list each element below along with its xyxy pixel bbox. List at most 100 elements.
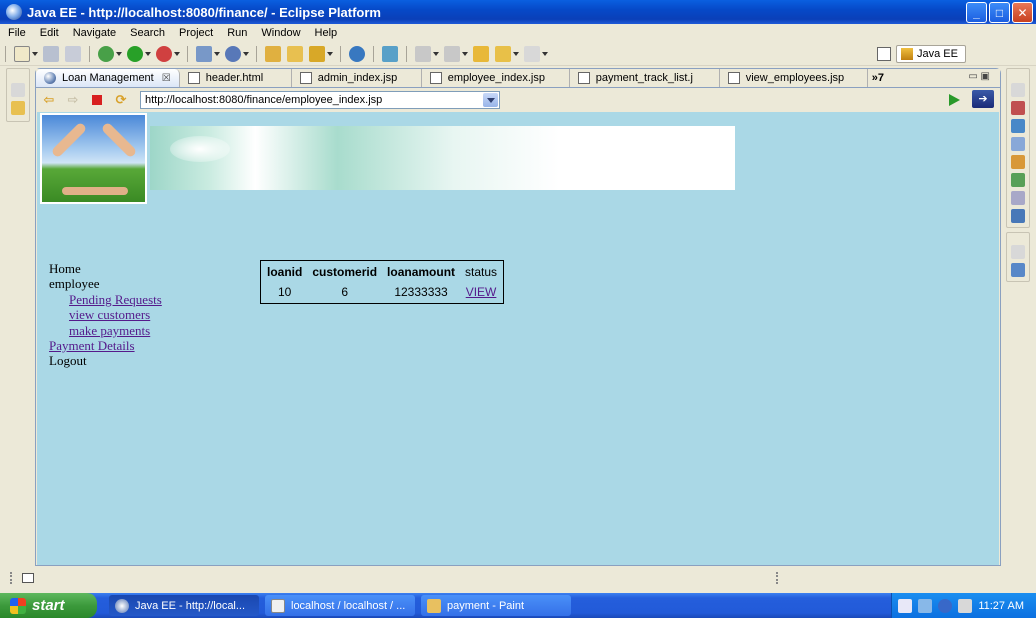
external-tools-dropdown-icon[interactable] bbox=[174, 46, 180, 62]
menu-search[interactable]: Search bbox=[122, 27, 171, 39]
network-icon[interactable] bbox=[918, 598, 933, 613]
volume-icon[interactable] bbox=[958, 598, 973, 613]
maximize-button[interactable]: □ bbox=[989, 2, 1010, 23]
task-localhost[interactable]: localhost / localhost / ... bbox=[265, 595, 415, 616]
go-icon[interactable] bbox=[949, 94, 960, 106]
paint-icon bbox=[427, 598, 441, 613]
new-web-dropdown-icon[interactable] bbox=[243, 46, 249, 62]
open-resource-icon[interactable] bbox=[287, 45, 303, 62]
view-link[interactable]: VIEW bbox=[466, 285, 497, 299]
web-browser-icon[interactable] bbox=[349, 45, 365, 62]
menu-navigate[interactable]: Navigate bbox=[65, 27, 122, 39]
close-button[interactable]: ✕ bbox=[1012, 2, 1033, 23]
tabs-overflow-button[interactable]: »7 bbox=[868, 69, 888, 87]
url-field[interactable]: http://localhost:8080/finance/employee_i… bbox=[140, 91, 500, 109]
project-explorer-icon[interactable] bbox=[11, 101, 25, 115]
run-dropdown-icon[interactable] bbox=[145, 46, 151, 62]
restore-icon[interactable] bbox=[1011, 83, 1025, 97]
save-icon[interactable] bbox=[43, 45, 59, 62]
restore-icon[interactable] bbox=[1011, 245, 1025, 259]
toolbar-grip bbox=[5, 45, 6, 62]
properties-icon[interactable] bbox=[1011, 137, 1025, 151]
open-external-icon[interactable]: ➔ bbox=[972, 90, 994, 108]
next-annotation-icon[interactable] bbox=[415, 45, 431, 62]
tab-payment-track-list[interactable]: payment_track_list.j bbox=[570, 69, 720, 87]
right-trim-stack-2 bbox=[1006, 232, 1030, 282]
menu-run[interactable]: Run bbox=[219, 27, 253, 39]
minimize-button[interactable]: _ bbox=[966, 2, 987, 23]
open-perspective-icon[interactable] bbox=[877, 47, 891, 61]
system-tray: 11:27 AM bbox=[891, 593, 1036, 618]
java-perspective-icon[interactable] bbox=[382, 45, 398, 62]
tab-view-employees[interactable]: view_employees.jsp bbox=[720, 69, 868, 87]
prev-annotation-dropdown-icon[interactable] bbox=[462, 46, 468, 62]
forward-dropdown-icon[interactable] bbox=[542, 46, 548, 62]
globe-icon bbox=[44, 72, 56, 84]
url-dropdown-icon[interactable] bbox=[483, 93, 498, 107]
fast-view-icon[interactable] bbox=[22, 573, 34, 583]
close-tab-icon[interactable]: ☒ bbox=[162, 73, 171, 84]
help-icon[interactable] bbox=[898, 598, 913, 613]
search-dropdown-icon[interactable] bbox=[327, 46, 333, 62]
task-paint[interactable]: payment - Paint bbox=[421, 595, 571, 616]
status-bar bbox=[0, 566, 1036, 592]
task-eclipse[interactable]: Java EE - http://local... bbox=[109, 595, 259, 616]
new-web-icon[interactable] bbox=[225, 45, 241, 62]
outline-icon[interactable] bbox=[1011, 263, 1025, 277]
new-server-icon[interactable] bbox=[196, 45, 212, 62]
new-server-dropdown-icon[interactable] bbox=[214, 46, 220, 62]
new-dropdown-icon[interactable] bbox=[32, 46, 38, 62]
open-type-icon[interactable] bbox=[265, 45, 281, 62]
eclipse-icon bbox=[115, 598, 129, 613]
new-icon[interactable] bbox=[14, 45, 30, 62]
back-icon[interactable] bbox=[495, 45, 511, 62]
minimize-maximize-icons[interactable]: ▭ ▣ bbox=[968, 71, 990, 82]
external-tools-icon[interactable] bbox=[156, 45, 172, 62]
last-edit-icon[interactable] bbox=[473, 45, 489, 62]
next-annotation-dropdown-icon[interactable] bbox=[433, 46, 439, 62]
prev-annotation-icon[interactable] bbox=[444, 45, 460, 62]
menu-help[interactable]: Help bbox=[307, 27, 344, 39]
forward-icon[interactable] bbox=[524, 45, 540, 62]
nav-make-payments-link[interactable]: make payments bbox=[69, 323, 150, 338]
perspective-java-ee[interactable]: Java EE bbox=[896, 45, 966, 63]
debug-dropdown-icon[interactable] bbox=[116, 46, 122, 62]
debug-icon[interactable] bbox=[98, 45, 114, 62]
tab-employee-index[interactable]: employee_index.jsp bbox=[422, 69, 570, 87]
forward-arrow-icon[interactable]: ⇨ bbox=[65, 92, 81, 108]
file-icon bbox=[727, 72, 740, 84]
back-dropdown-icon[interactable] bbox=[513, 46, 519, 62]
data-source-icon[interactable] bbox=[1011, 173, 1025, 187]
tab-admin-index[interactable]: admin_index.jsp bbox=[292, 69, 422, 87]
menu-bar: File Edit Navigate Search Project Run Wi… bbox=[0, 24, 1036, 42]
menu-edit[interactable]: Edit bbox=[32, 27, 65, 39]
file-icon bbox=[187, 72, 200, 84]
menu-window[interactable]: Window bbox=[253, 27, 306, 39]
markers-icon[interactable] bbox=[1011, 101, 1025, 115]
browser-viewport: Home employee Pending Requests view cust… bbox=[37, 112, 999, 565]
tasks-icon[interactable] bbox=[1011, 119, 1025, 133]
tab-header-html[interactable]: header.html bbox=[180, 69, 292, 87]
nav-logout: Logout bbox=[49, 353, 87, 369]
tray-arrow-icon[interactable] bbox=[938, 598, 953, 613]
menu-project[interactable]: Project bbox=[171, 27, 219, 39]
print-icon[interactable] bbox=[65, 45, 81, 62]
tab-loan-management[interactable]: Loan Management ☒ bbox=[36, 69, 180, 87]
snippets-icon[interactable] bbox=[1011, 191, 1025, 205]
stop-icon[interactable] bbox=[89, 92, 105, 108]
menu-file[interactable]: File bbox=[0, 27, 32, 39]
refresh-icon[interactable]: ⟳ bbox=[113, 92, 129, 108]
back-arrow-icon[interactable]: ⇦ bbox=[41, 92, 57, 108]
run-icon[interactable] bbox=[127, 45, 143, 62]
table-header-row: loanid customerid loanamount status bbox=[263, 263, 501, 281]
search-icon[interactable] bbox=[309, 45, 325, 62]
editor-tabs: Loan Management ☒ header.html admin_inde… bbox=[36, 69, 1000, 88]
cell-customerid: 6 bbox=[341, 285, 349, 299]
nav-pending-requests-link[interactable]: Pending Requests bbox=[69, 292, 162, 307]
restore-icon[interactable] bbox=[11, 83, 25, 97]
nav-view-customers-link[interactable]: view customers bbox=[69, 307, 150, 322]
console-icon[interactable] bbox=[1011, 209, 1025, 223]
nav-payment-details-link[interactable]: Payment Details bbox=[49, 338, 135, 353]
start-button[interactable]: start bbox=[0, 593, 97, 618]
servers-icon[interactable] bbox=[1011, 155, 1025, 169]
